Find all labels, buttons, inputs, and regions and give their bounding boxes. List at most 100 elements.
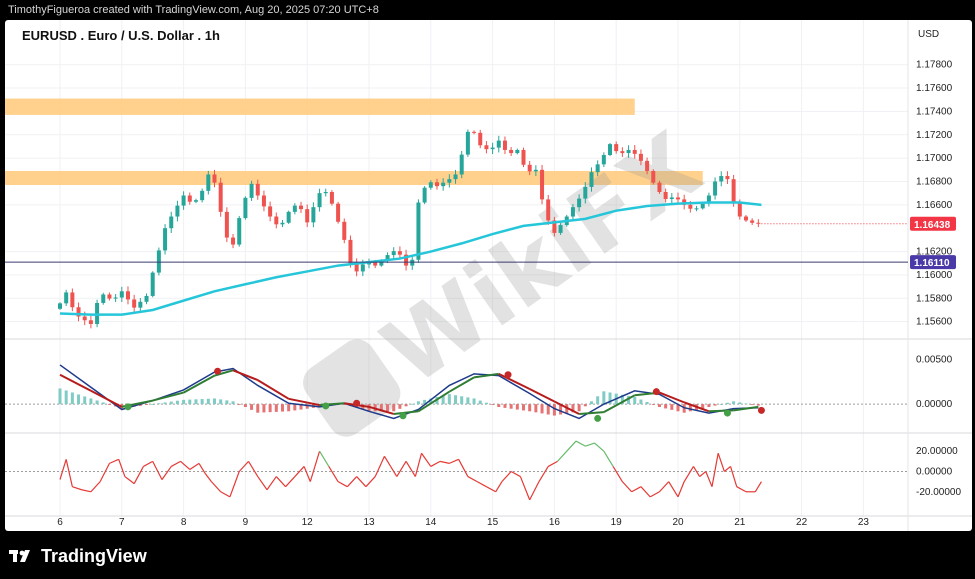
last-price-badge-label: 1.16438 [914,220,951,231]
candle-body [521,149,526,165]
oscillator-line [99,463,110,482]
oscillator-line [152,461,163,480]
oscillator-line [356,476,367,488]
macd-histogram-bar [670,404,674,410]
macd-histogram-bar [398,404,402,409]
oscillator-line [699,471,707,478]
macd-histogram-bar [552,404,556,416]
oscillator-tick-label: 0.00000 [916,466,953,477]
candle-body [614,144,619,152]
macd-histogram-bar [101,402,105,405]
price-tick-label: 1.17000 [916,153,953,164]
macd-histogram-bar [478,400,482,405]
candle-body [583,186,588,199]
oscillator-line [319,450,330,467]
oscillator-line [238,460,249,472]
oscillator-line [133,466,144,484]
chart-svg[interactable]: WikiFX 1.178001.176001.174001.172001.170… [5,20,972,531]
candle-body [719,176,724,182]
candle-body [249,183,254,198]
oscillator-line [266,476,277,491]
time-tick-label: 12 [302,517,314,528]
time-tick-label: 15 [487,517,499,528]
macd-histogram-bar [410,403,414,405]
candle-body [261,195,266,207]
chart-title: EURUSD . Euro / U.S. Dollar . 1h [22,28,220,43]
macd-histogram-bar [522,404,525,411]
macd-histogram-bar [503,404,507,408]
macd-histogram-bar [404,404,408,407]
time-tick-label: 21 [734,517,746,528]
macd-histogram-bar [657,404,661,408]
candle-body [305,209,310,223]
candle-body [651,170,656,183]
macd-histogram-bar [70,392,74,405]
macd-histogram-bar [713,404,717,406]
tradingview-logo-icon [9,550,30,562]
candle-body [509,149,514,154]
candle-body [193,200,198,202]
oscillator-line [337,481,348,488]
oscillator-line [90,481,101,493]
macd-histogram-bar [182,399,186,405]
time-tick-label: 19 [611,517,623,528]
candle-body [620,151,625,154]
macd-histogram-bar [250,404,254,410]
oscillator-line [124,476,135,485]
candle-body [200,190,205,201]
candle-body [70,292,75,308]
macd-histogram-bar [447,394,451,405]
macd-histogram-bar [540,404,544,414]
macd-histogram-bar [756,404,760,406]
oscillator-line [603,450,614,467]
oscillator-line [723,465,731,472]
oscillator-line [229,471,240,498]
oscillator-line [414,453,423,477]
macd-histogram-bar [151,404,155,405]
time-tick-label: 7 [119,517,125,528]
oscillator-line [449,458,459,464]
macd-histogram-bar [534,404,538,413]
candle-body [156,250,161,273]
candle-body [212,174,217,183]
oscillator-line [538,466,549,482]
candle-body [280,222,285,225]
chart-area[interactable]: WikiFX 1.17800 1.17600 1.17400 1.17200 1.170… [5,20,972,531]
macd-histogram-bar [472,398,476,405]
oscillator-line [754,481,762,493]
time-tick-label: 16 [549,517,561,528]
candle-body [422,187,427,203]
macd-histogram-bar [416,401,420,405]
candle-body [632,149,637,154]
candle-body [601,155,606,165]
candle-body [107,294,112,299]
oscillator-line [575,440,586,447]
oscillator-line [476,481,487,488]
time-tick-label: 8 [181,517,187,528]
candle-body [410,259,415,266]
candle-body [138,301,143,308]
macd-histogram-bar [528,404,532,412]
price-tick-label: 1.17800 [916,60,953,71]
oscillator-line [81,489,92,493]
oscillator-line [566,440,577,452]
tradingview-brand-text: TradingView [41,545,147,566]
candle-body [292,205,297,212]
candle-body [502,140,507,150]
candle-body [113,297,118,299]
price-axis: 1.17800 1.17600 1.17400 1.17200 1.17000 1.168… [910,60,961,498]
macd-histogram-bar [750,404,754,405]
candle-body [694,208,699,210]
oscillator-line [612,466,623,482]
candle-body [428,182,433,188]
candle-body [577,198,582,208]
candle-body [731,179,736,203]
oscillator-line [683,466,694,482]
candle-body [608,144,613,156]
oscillator-line [210,481,222,493]
candle-body [515,149,520,154]
macd-histogram-bar [231,401,235,405]
candle-body [206,174,211,191]
candle-body [268,206,273,217]
oscillator-line [495,481,503,493]
